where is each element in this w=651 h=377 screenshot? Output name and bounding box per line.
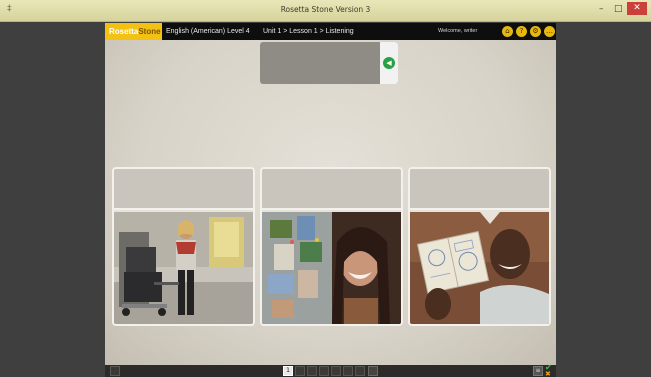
card-text-area (114, 169, 253, 210)
photo-woman-fridge (262, 212, 401, 324)
answer-card-3[interactable] (408, 167, 551, 326)
score-icon[interactable]: ≡ (533, 366, 543, 376)
page-indicator[interactable]: 1 (283, 366, 293, 376)
course-level[interactable]: English (American) Level 4 (166, 23, 250, 40)
answer-card-1[interactable] (112, 167, 255, 326)
page-indicator[interactable] (307, 366, 317, 376)
window-titlebar: ‡ Rosetta Stone Version 3 – □ ✕ (0, 0, 651, 22)
logo-rosetta-text: Rosetta (109, 27, 139, 36)
audio-prompt-box: ◀ (260, 42, 398, 84)
logo-stone-text: Stone (138, 27, 161, 36)
lesson-stage: ◀ (105, 40, 556, 365)
cross-icon: ✖ (545, 370, 551, 377)
app-header: RosettaStone English (American) Level 4 … (105, 23, 556, 40)
page-indicator[interactable] (319, 366, 329, 376)
breadcrumb[interactable]: Unit 1 > Lesson 1 > Listening (263, 23, 354, 40)
welcome-text: Welcome, writer (438, 28, 478, 34)
app-frame: RosettaStone English (American) Level 4 … (105, 23, 556, 377)
help-icon[interactable]: ? (516, 26, 527, 37)
photo-woman-luggage (114, 212, 253, 324)
page-indicator[interactable] (343, 366, 353, 376)
photo-man-passport (410, 212, 549, 324)
page-indicator[interactable] (355, 366, 365, 376)
page-indicator[interactable] (295, 366, 305, 376)
next-screen-button[interactable] (368, 366, 378, 376)
window-title: Rosetta Stone Version 3 (280, 5, 371, 14)
close-button[interactable]: ✕ (627, 2, 647, 15)
home-icon[interactable]: ⌂ (502, 26, 513, 37)
settings-icon[interactable]: ⚙ (530, 26, 541, 37)
audio-prompt-side: ◀ (380, 42, 398, 84)
card-text-area (410, 169, 549, 210)
play-audio-button[interactable]: ◀ (383, 57, 395, 69)
page-indicator[interactable] (331, 366, 341, 376)
maximize-button[interactable]: □ (614, 4, 623, 15)
minimize-button[interactable]: – (599, 4, 604, 15)
bottom-bar: 1 ≡ ✔ ✖ (105, 363, 556, 377)
chat-icon[interactable]: … (544, 26, 555, 37)
card-text-area (262, 169, 401, 210)
options-button[interactable] (110, 366, 120, 376)
answer-card-2[interactable] (260, 167, 403, 326)
rosetta-stone-logo: RosettaStone (105, 23, 162, 40)
